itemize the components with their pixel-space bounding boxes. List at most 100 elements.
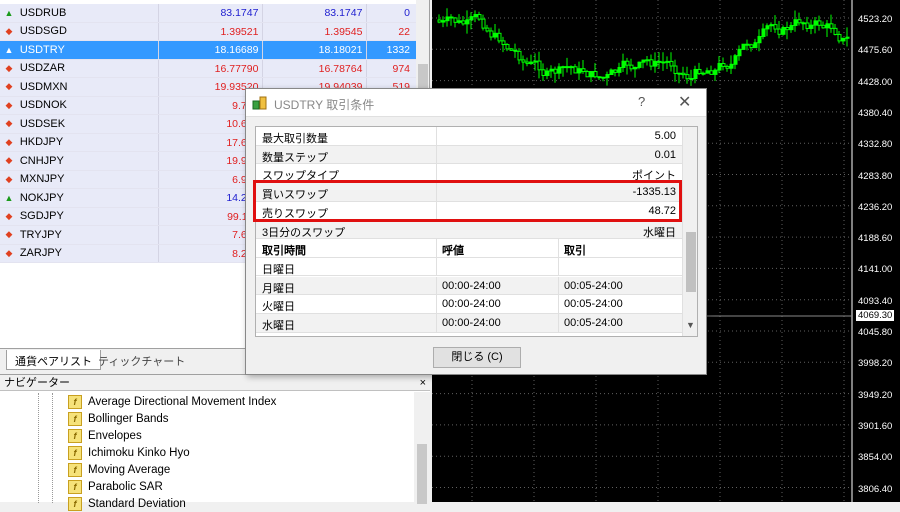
- arrow-down-icon: ◆: [5, 25, 13, 36]
- schedule-row: 月曜日 00:00-24:00 00:05-24:00: [256, 276, 682, 296]
- candle-body: [777, 28, 782, 35]
- candle-body: [753, 42, 758, 49]
- column-header: 取引時間: [262, 245, 306, 258]
- schedule-row: 火曜日 00:00-24:00 00:05-24:00: [256, 295, 682, 314]
- indicator-icon: f: [68, 428, 82, 443]
- candle-body: [573, 66, 578, 74]
- candle-body: [681, 72, 686, 76]
- tab-tick-chart[interactable]: ティックチャート: [90, 350, 193, 370]
- candle-body: [497, 32, 502, 42]
- arrow-up-icon: ▲: [4, 44, 14, 55]
- chevron-down-icon[interactable]: ▼: [686, 320, 695, 330]
- indicator-label: Moving Average: [88, 463, 171, 476]
- quote-hours: 00:00-24:00: [442, 279, 501, 292]
- candle-body: [809, 24, 814, 29]
- candle-body: [641, 59, 646, 63]
- indicator-icon: f: [68, 479, 82, 494]
- candle-body: [561, 66, 566, 69]
- symbol-row[interactable]: ◆ USDZAR 16.77790 16.78764 974: [0, 59, 416, 78]
- price-tick-label: 4045.80: [858, 327, 893, 338]
- candle-body: [445, 16, 450, 22]
- bid-price: 1.39521: [158, 22, 262, 40]
- spread-value: 0: [366, 4, 416, 22]
- spec-table: 最大取引数量 5.00 数量ステップ 0.01 スワップタイプ ポイント 買いスワップ -13…: [255, 126, 698, 337]
- arrow-down-icon: ◆: [5, 136, 13, 147]
- candle-body: [685, 74, 690, 80]
- price-tick-label: 3949.20: [858, 389, 893, 401]
- symbol-name: HKDJPY: [19, 136, 64, 149]
- candle-body: [729, 63, 734, 69]
- arrow-down-icon: ◆: [5, 155, 13, 166]
- arrow-up-icon: ▲: [4, 7, 14, 18]
- bid-price: 16.77790: [158, 59, 262, 77]
- indicator-label: Parabolic SAR: [88, 480, 163, 493]
- price-tick-label: 4283.80: [858, 170, 893, 182]
- candle-body: [453, 17, 458, 23]
- candle-body: [697, 68, 702, 75]
- candle-body: [473, 14, 478, 18]
- candle-body: [517, 50, 522, 61]
- candle-body: [541, 69, 546, 76]
- navigator-panel: ナビゲーター × f Average Directional Movement I…: [0, 374, 430, 511]
- arrow-down-icon: ◆: [5, 173, 13, 184]
- ask-price: 18.18021: [262, 41, 366, 59]
- symbol-name: CNHJPY: [19, 154, 64, 167]
- navigator-header: ナビゲーター ×: [0, 375, 430, 391]
- indicator-icon: f: [68, 496, 82, 511]
- scrollbar-thumb[interactable]: [686, 232, 696, 292]
- candle-body: [673, 65, 678, 74]
- candle-body: [489, 30, 494, 38]
- spec-value: 水曜日: [643, 226, 676, 239]
- close-icon[interactable]: ✕: [678, 92, 691, 112]
- tree-line: [52, 393, 53, 503]
- spread-value: 1332: [366, 41, 416, 59]
- symbol-name: USDZAR: [19, 62, 66, 75]
- scrollbar-thumb[interactable]: [417, 444, 427, 504]
- indicator-item[interactable]: f Envelopes: [68, 427, 142, 444]
- indicator-item[interactable]: f Standard Deviation: [68, 495, 186, 512]
- indicator-item[interactable]: f Bollinger Bands: [68, 410, 169, 427]
- candle-body: [521, 59, 526, 63]
- indicator-icon: f: [68, 411, 82, 426]
- symbol-row[interactable]: ◆ USDSGD 1.39521 1.39545 22: [0, 22, 416, 41]
- candle-body: [845, 36, 850, 39]
- candle-body: [653, 60, 658, 67]
- candle-body: [569, 66, 574, 69]
- candle-body: [621, 60, 626, 68]
- symbol-row[interactable]: ▲ USDTRY 18.16689 18.18021 1332: [0, 41, 416, 60]
- candle-body: [725, 65, 730, 69]
- schedule-row: 水曜日 00:00-24:00 00:05-24:00: [256, 314, 682, 333]
- indicator-item[interactable]: f Parabolic SAR: [68, 478, 163, 495]
- dialog-title: USDTRY 取引条件: [274, 98, 375, 112]
- candle-body: [817, 20, 822, 26]
- day-label: 火曜日: [262, 301, 295, 314]
- candle-body: [773, 24, 778, 30]
- candle-body: [741, 43, 746, 50]
- symbol-name: USDSGD: [19, 25, 67, 38]
- navigator-scrollbar[interactable]: [414, 392, 430, 504]
- candle-body: [769, 24, 774, 27]
- close-icon[interactable]: ×: [420, 375, 426, 391]
- candle-body: [509, 48, 514, 51]
- indicator-item[interactable]: f Ichimoku Kinko Hyo: [68, 444, 190, 461]
- candle-body: [629, 64, 634, 70]
- dialog-titlebar[interactable]: USDTRY 取引条件 ? ✕: [246, 89, 706, 117]
- column-header: 呼値: [442, 245, 464, 258]
- tab-symbols[interactable]: 通貨ペアリスト: [6, 350, 101, 370]
- close-button[interactable]: 閉じる (C): [433, 347, 521, 368]
- candle-body: [505, 44, 510, 50]
- candle-body: [649, 59, 654, 67]
- candle-body: [749, 44, 754, 49]
- candle-body: [585, 71, 590, 78]
- indicator-item[interactable]: f Moving Average: [68, 461, 170, 478]
- spec-table-scrollbar[interactable]: ▼: [682, 127, 697, 336]
- indicator-item[interactable]: f Average Directional Movement Index: [68, 393, 276, 410]
- candle-body: [581, 68, 586, 73]
- symbol-row[interactable]: ▲ USDRUB 83.1747 83.1747 0: [0, 4, 416, 23]
- help-icon[interactable]: ?: [638, 94, 645, 109]
- price-tick-label: 4141.00: [858, 264, 893, 276]
- candle-body: [797, 19, 802, 24]
- candle-body: [669, 60, 674, 67]
- arrow-down-icon: ◆: [5, 247, 13, 258]
- candle-body: [513, 49, 518, 52]
